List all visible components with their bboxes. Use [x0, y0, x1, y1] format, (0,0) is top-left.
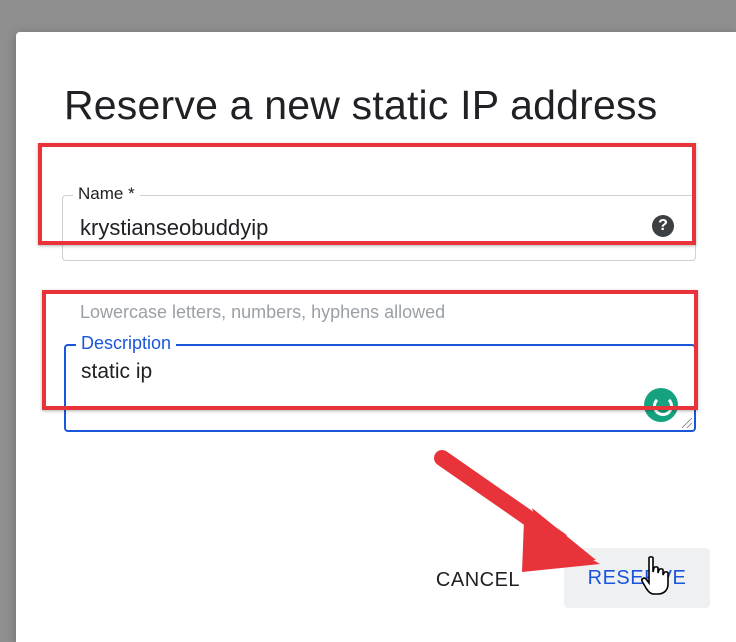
- annotation-arrow-icon: [434, 450, 600, 572]
- dialog-title: Reserve a new static IP address: [64, 82, 658, 128]
- description-highlight-box: [42, 290, 698, 410]
- resize-handle-icon[interactable]: [682, 418, 692, 428]
- name-highlight-box: [38, 143, 696, 245]
- hand-cursor-icon: [641, 556, 669, 595]
